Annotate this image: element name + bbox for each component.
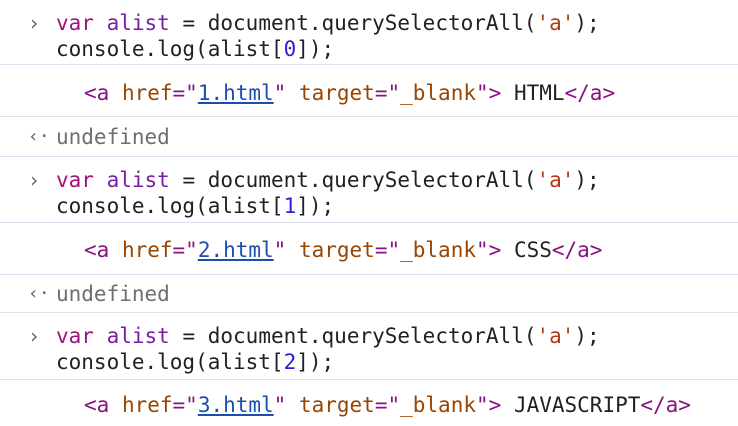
console-log-entry: <a href="2.html" target="_blank"> CSS</a… [0,223,738,275]
input-prompt-icon: › [28,168,41,192]
attr-eq: =" [374,238,401,262]
code-text: ); [574,168,600,192]
code-text: console.log(alist[ [56,37,284,61]
element-text: JAVASCRIPT [501,393,641,417]
attr-eq: =" [172,81,198,105]
logged-element[interactable]: <a href="1.html" target="_blank"> HTML</… [84,80,615,106]
attr-name: target [298,238,375,262]
attr-eq: =" [172,393,198,417]
attr-eq: =" [374,393,401,417]
href-link[interactable]: 1.html [198,81,274,105]
string-literal: 'a' [536,324,575,348]
href-link[interactable]: 3.html [198,393,274,417]
result-value: undefined [56,125,170,149]
code-text: ); [574,11,600,35]
code-text: ]); [296,350,335,374]
attr-name: href [121,238,173,262]
element-text: CSS [501,238,552,262]
end-tag: </a> [640,393,691,417]
code-text: ]); [296,194,335,218]
result-prompt-icon: ‹· [28,126,50,147]
attr-quote: " [273,81,299,105]
attr-value: _blank [400,238,476,262]
attr-eq: =" [172,238,198,262]
code-text: = document.querySelectorAll( [169,324,537,348]
number-literal: 0 [283,37,297,61]
variable-name: alist [106,324,170,348]
result-value: undefined [56,282,170,306]
attr-quote: " [273,238,299,262]
attr-name: href [121,393,173,417]
attr-quote: " [475,238,489,262]
keyword-var: var [56,324,94,348]
number-literal: 2 [283,350,297,374]
tag-close: > [488,238,502,262]
code-text: console.log(alist[ [56,350,284,374]
console-input-entry[interactable]: › var alist = document.querySelectorAll(… [0,313,738,380]
variable-name: alist [106,168,170,192]
tag-close: > [488,393,502,417]
result-prompt-icon: ‹· [28,283,50,304]
console-result-entry: ‹· undefined [0,275,738,313]
attr-quote: " [273,393,299,417]
input-prompt-icon: › [28,11,41,35]
console-log-entry: <a href="3.html" target="_blank"> JAVASC… [0,380,738,426]
code-text: console.log(alist[ [56,194,284,218]
input-code: var alist = document.querySelectorAll('a… [56,323,600,375]
end-tag: </a> [564,81,616,105]
tag-open: <a [84,393,122,417]
code-text: ); [574,324,600,348]
console-log-entry: <a href="1.html" target="_blank"> HTML</… [0,65,738,117]
attr-value: _blank [400,393,476,417]
end-tag: </a> [551,238,603,262]
number-literal: 1 [283,194,297,218]
keyword-var: var [56,11,94,35]
string-literal: 'a' [536,11,575,35]
href-link[interactable]: 2.html [198,238,274,262]
input-code: var alist = document.querySelectorAll('a… [56,10,600,62]
element-text: HTML [501,81,565,105]
code-text: = document.querySelectorAll( [169,11,537,35]
console-result-entry: ‹· undefined [0,117,738,157]
attr-value: _blank [400,81,476,105]
console-input-entry[interactable]: › var alist = document.querySelectorAll(… [0,157,738,223]
attr-eq: =" [374,81,401,105]
console-input-entry[interactable]: › var alist = document.querySelectorAll(… [0,0,738,65]
input-code: var alist = document.querySelectorAll('a… [56,167,600,219]
tag-open: <a [84,238,122,262]
input-prompt-icon: › [28,324,41,348]
attr-name: href [121,81,173,105]
keyword-var: var [56,168,94,192]
code-text: = document.querySelectorAll( [169,168,537,192]
tag-close: > [488,81,502,105]
attr-name: target [298,393,375,417]
logged-element[interactable]: <a href="3.html" target="_blank"> JAVASC… [84,392,691,418]
devtools-console: › var alist = document.querySelectorAll(… [0,0,738,426]
attr-quote: " [475,81,489,105]
attr-name: target [298,81,375,105]
code-text: ]); [296,37,335,61]
logged-element[interactable]: <a href="2.html" target="_blank"> CSS</a… [84,237,602,263]
variable-name: alist [106,11,170,35]
attr-quote: " [475,393,489,417]
string-literal: 'a' [536,168,575,192]
tag-open: <a [84,81,122,105]
